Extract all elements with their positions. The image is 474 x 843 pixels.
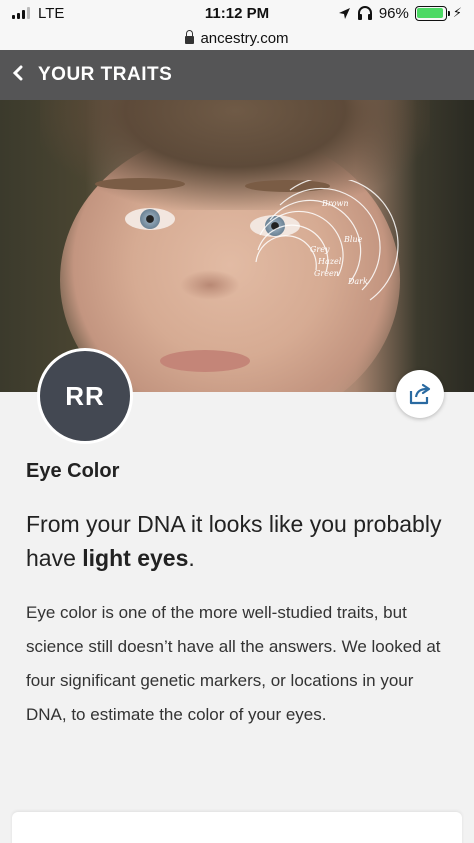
status-right: 96% ⚡ [338,5,462,22]
left-eye [125,208,175,230]
lock-icon [185,30,195,44]
overlay-label-hazel: Hazel [317,257,342,266]
avatar: RR [37,348,133,444]
signal-icon [12,7,30,19]
overlay-label-green: Green [314,269,339,278]
overlay-label-blue: Blue [343,235,363,244]
eye-color-overlay-graphic: Brown Blue Grey Hazel Green Dark [255,180,399,301]
nose-shape [180,270,240,300]
trait-description: Eye color is one of the more well-studie… [26,603,441,724]
page-title: YOUR TRAITS [38,64,173,85]
battery-percent: 96% [378,4,409,22]
url-bar[interactable]: ancestry.com [0,26,474,50]
carrier-label: LTE [38,4,65,22]
headline-result: light eyes [82,545,189,571]
overlay-label-grey: Grey [310,245,330,254]
charging-bolt-icon: ⚡ [452,5,462,20]
headline-suffix: . [188,545,195,571]
location-arrow-icon [338,7,350,19]
avatar-initials: RR [65,380,105,411]
lips-shape [160,350,250,372]
overlay-label-brown: Brown [321,199,349,208]
share-icon [409,383,431,405]
url-domain: ancestry.com [200,29,289,47]
chevron-left-icon[interactable] [12,64,24,87]
left-eyebrow [95,178,185,190]
hero-image: Brown Blue Grey Hazel Green Dark [0,100,474,392]
overlay-label-dark: Dark [347,277,368,286]
next-card[interactable] [12,812,462,843]
battery-icon [414,5,450,21]
headphones-icon [357,6,372,20]
trait-title: Eye Color [26,460,120,482]
status-bar: LTE 11:12 PM 96% ⚡ [0,0,474,26]
trait-headline: From your DNA it looks like you probably… [26,507,446,575]
share-button[interactable] [396,370,444,418]
status-left: LTE [12,5,64,22]
nav-header: YOUR TRAITS [0,50,474,100]
